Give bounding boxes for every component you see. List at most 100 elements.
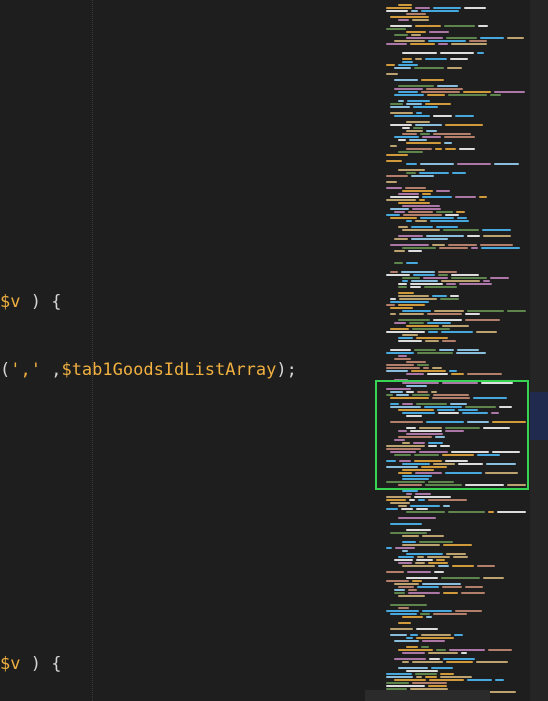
variable-token: $v bbox=[0, 654, 21, 674]
minimap-viewport-highlight[interactable] bbox=[375, 380, 529, 490]
minimap-code-row bbox=[407, 100, 430, 102]
minimap-code-row bbox=[402, 277, 420, 279]
minimap-code-row bbox=[427, 94, 445, 96]
minimap-code-row bbox=[461, 592, 485, 594]
minimap-code-row bbox=[438, 565, 449, 567]
minimap-code-row bbox=[406, 262, 418, 264]
minimap-code-row bbox=[386, 496, 411, 498]
minimap-code-row bbox=[422, 535, 444, 537]
minimap-code-row bbox=[429, 31, 449, 33]
minimap-code-row bbox=[394, 136, 419, 138]
minimap-code-row bbox=[405, 187, 426, 189]
minimap-code-row bbox=[406, 13, 426, 15]
minimap-code-row bbox=[409, 322, 424, 324]
minimap-code-row bbox=[406, 361, 426, 363]
minimap-code-row bbox=[390, 124, 412, 126]
punctuation-token: , bbox=[40, 360, 62, 380]
minimap-code-row bbox=[402, 58, 412, 60]
minimap-code-row bbox=[422, 640, 445, 642]
minimap-code-row bbox=[432, 367, 442, 369]
minimap-code-row bbox=[398, 235, 423, 237]
minimap-code-row bbox=[490, 94, 501, 96]
minimap-code-row bbox=[494, 91, 525, 93]
minimap-code-row bbox=[453, 556, 468, 558]
minimap-code-row bbox=[415, 7, 430, 9]
minimap-code-row bbox=[443, 505, 450, 507]
minimap-code-row bbox=[465, 319, 500, 321]
minimap-code-row bbox=[428, 562, 448, 564]
minimap-code-row bbox=[417, 556, 424, 558]
minimap-code-row bbox=[386, 43, 407, 45]
minimap-code-row bbox=[410, 634, 418, 636]
minimap-code-row bbox=[410, 283, 443, 285]
code-editor[interactable]: $v ) { (',' ,$tab1GoodsIdListArray); $v … bbox=[0, 0, 548, 701]
code-line-2[interactable]: (',' ,$tab1GoodsIdListArray); bbox=[0, 358, 297, 382]
minimap-code-row bbox=[488, 649, 512, 651]
minimap-code-row bbox=[432, 295, 447, 297]
minimap-code-row bbox=[406, 511, 445, 513]
minimap-code-row bbox=[421, 634, 451, 636]
minimap-code-row bbox=[425, 58, 447, 60]
code-line-1[interactable]: $v ) { bbox=[0, 290, 61, 314]
minimap-code-row bbox=[390, 523, 422, 525]
minimap-code-row bbox=[413, 274, 435, 276]
minimap-code-row bbox=[398, 19, 409, 21]
minimap-code-row bbox=[421, 79, 444, 81]
minimap-code-row bbox=[416, 628, 438, 630]
minimap-code-row bbox=[431, 667, 453, 669]
minimap-code-row bbox=[402, 541, 416, 543]
minimap-code-row bbox=[443, 658, 475, 660]
minimap-code-row bbox=[421, 10, 459, 12]
minimap-code-row bbox=[406, 529, 431, 531]
minimap-code-row bbox=[412, 661, 443, 663]
minimap-code-row bbox=[455, 115, 474, 117]
minimap-code-row bbox=[438, 274, 448, 276]
minimap-code-row bbox=[398, 337, 413, 339]
minimap-code-row bbox=[390, 106, 410, 108]
minimap-code-row bbox=[444, 25, 475, 27]
minimap-code-row bbox=[386, 10, 408, 12]
minimap-code-row bbox=[467, 235, 480, 237]
minimap-code-row bbox=[402, 661, 409, 663]
minimap-code-row bbox=[420, 217, 454, 219]
minimap-code-row bbox=[440, 52, 474, 54]
minimap-code-row bbox=[386, 187, 402, 189]
minimap-code-row bbox=[461, 652, 467, 654]
minimap-code-row bbox=[421, 646, 429, 648]
minimap-code-row bbox=[398, 64, 418, 66]
minimap-code-row bbox=[459, 148, 475, 150]
minimap-code-row bbox=[386, 499, 406, 501]
minimap-code-row bbox=[408, 592, 440, 594]
minimap-code-row bbox=[402, 550, 408, 552]
minimap-code-row bbox=[443, 544, 472, 546]
punctuation-token: ) { bbox=[30, 654, 62, 674]
minimap-code-row bbox=[481, 247, 520, 249]
minimap-code-row bbox=[507, 37, 524, 39]
minimap-code-row bbox=[451, 277, 487, 279]
scrollbar-thumb[interactable] bbox=[530, 392, 548, 440]
minimap-code-row bbox=[406, 220, 412, 222]
minimap-code-row bbox=[428, 499, 467, 501]
code-line-3[interactable]: $v ) { bbox=[0, 652, 61, 676]
minimap-code-row bbox=[444, 142, 452, 144]
minimap-code-row bbox=[440, 673, 454, 675]
minimap[interactable] bbox=[372, 0, 530, 701]
minimap-code-row bbox=[398, 586, 414, 588]
minimap-code-row bbox=[471, 247, 478, 249]
minimap-code-row bbox=[467, 310, 504, 312]
minimap-code-row bbox=[412, 19, 429, 21]
minimap-code-row bbox=[436, 190, 450, 192]
minimap-code-row bbox=[390, 271, 398, 273]
minimap-code-row bbox=[386, 547, 392, 549]
minimap-code-row bbox=[455, 610, 482, 612]
minimap-code-row bbox=[427, 556, 450, 558]
vertical-scrollbar[interactable] bbox=[530, 0, 548, 701]
minimap-code-row bbox=[394, 358, 411, 360]
punctuation-token bbox=[20, 654, 30, 674]
minimap-code-row bbox=[394, 238, 408, 240]
minimap-code-row bbox=[398, 91, 418, 93]
minimap-code-row bbox=[407, 571, 431, 573]
minimap-code-row bbox=[398, 85, 434, 87]
minimap-code-row bbox=[394, 40, 425, 42]
minimap-code-row bbox=[433, 613, 467, 615]
